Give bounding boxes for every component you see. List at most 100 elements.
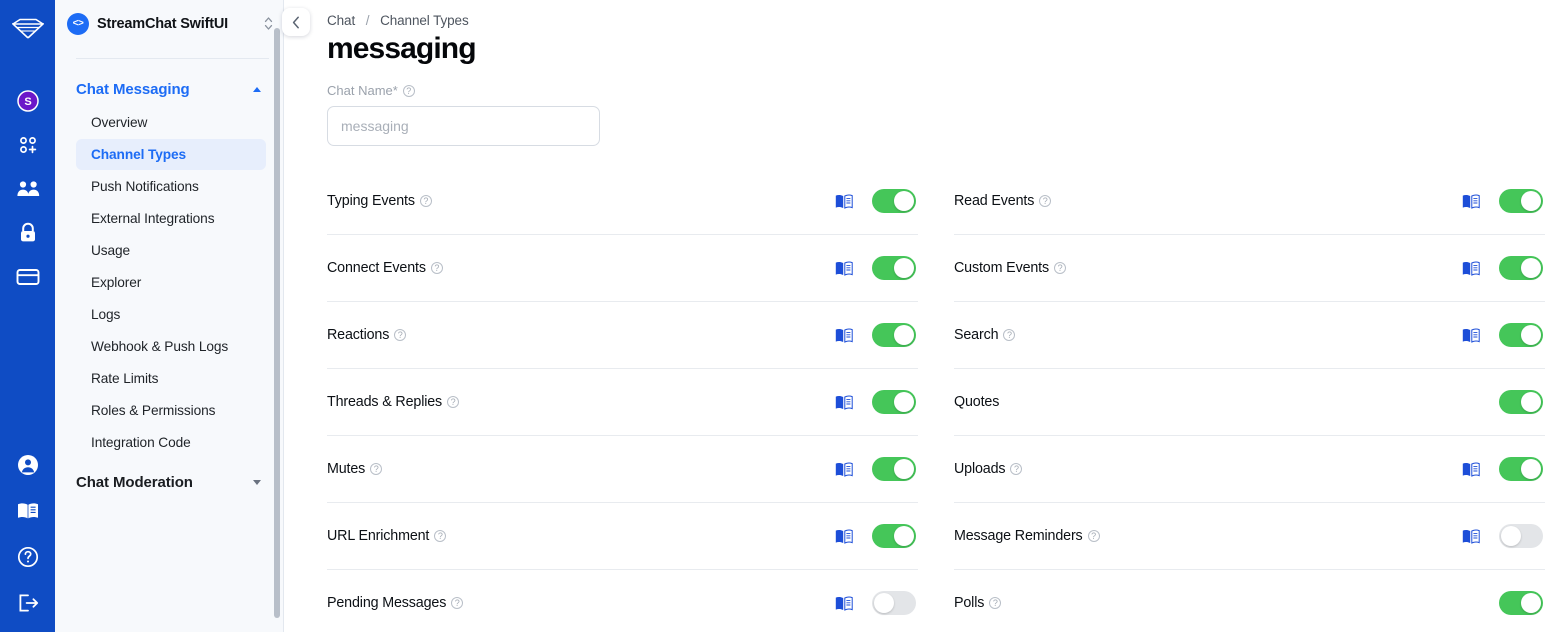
setting-label-text: Typing Events bbox=[327, 193, 415, 209]
app-name-label: StreamChat SwiftUI bbox=[97, 16, 228, 32]
setting-row-threads-replies: Threads & Replies ? bbox=[327, 369, 918, 436]
help-circle-icon[interactable]: ? bbox=[451, 597, 463, 609]
setting-toggle[interactable] bbox=[1499, 390, 1543, 414]
setting-row-uploads: Uploads ? bbox=[954, 436, 1545, 503]
sidebar-group-chat-moderation[interactable]: Chat Moderation bbox=[55, 466, 283, 499]
breadcrumb-current[interactable]: Channel Types bbox=[380, 13, 469, 28]
setting-label: Quotes bbox=[954, 394, 999, 410]
docs-book-icon[interactable] bbox=[834, 258, 854, 278]
docs-book-icon[interactable] bbox=[834, 392, 854, 412]
setting-label: Uploads ? bbox=[954, 461, 1022, 477]
logout-icon[interactable] bbox=[11, 586, 45, 620]
sidebar-item-roles-permissions[interactable]: Roles & Permissions bbox=[76, 395, 266, 426]
stream-paper-boat-logo[interactable] bbox=[8, 10, 48, 46]
docs-book-icon[interactable] bbox=[834, 459, 854, 479]
sidebar-item-explorer[interactable]: Explorer bbox=[76, 267, 266, 298]
docs-book-icon-placeholder bbox=[1461, 392, 1481, 412]
help-circle-icon[interactable]: ? bbox=[989, 597, 1001, 609]
sidebar-item-webhook-push-logs[interactable]: Webhook & Push Logs bbox=[76, 331, 266, 362]
help-circle-icon[interactable]: ? bbox=[420, 195, 432, 207]
setting-label-text: Reactions bbox=[327, 327, 389, 343]
chat-name-input[interactable] bbox=[327, 106, 600, 146]
docs-book-icon[interactable] bbox=[1461, 459, 1481, 479]
sidebar-collapse-button[interactable] bbox=[282, 8, 310, 36]
sidebar-group-label: Chat Moderation bbox=[76, 474, 193, 491]
docs-book-icon[interactable] bbox=[1461, 526, 1481, 546]
docs-book-icon[interactable] bbox=[834, 526, 854, 546]
breadcrumb-root[interactable]: Chat bbox=[327, 13, 355, 28]
setting-label-text: Message Reminders bbox=[954, 528, 1083, 544]
setting-toggle[interactable] bbox=[872, 524, 916, 548]
setting-label-text: Threads & Replies bbox=[327, 394, 442, 410]
primary-icon-rail: S bbox=[0, 0, 55, 632]
setting-row-typing-events: Typing Events ? bbox=[327, 168, 918, 235]
docs-book-icon[interactable] bbox=[1461, 325, 1481, 345]
apps-add-icon[interactable] bbox=[11, 128, 45, 162]
setting-label: Mutes ? bbox=[327, 461, 382, 477]
setting-toggle[interactable] bbox=[1499, 323, 1543, 347]
setting-row-custom-events: Custom Events ? bbox=[954, 235, 1545, 302]
caret-down-icon bbox=[253, 480, 261, 485]
docs-book-icon[interactable] bbox=[834, 191, 854, 211]
org-badge-icon[interactable]: S bbox=[11, 84, 45, 118]
caret-up-icon bbox=[253, 87, 261, 92]
help-circle-icon[interactable]: ? bbox=[370, 463, 382, 475]
setting-toggle[interactable] bbox=[1499, 591, 1543, 615]
setting-toggle[interactable] bbox=[872, 189, 916, 213]
help-circle-icon[interactable]: ? bbox=[434, 530, 446, 542]
sidebar-item-rate-limits[interactable]: Rate Limits bbox=[76, 363, 266, 394]
setting-label: URL Enrichment ? bbox=[327, 528, 446, 544]
setting-label-text: Quotes bbox=[954, 394, 999, 410]
up-down-chevron-icon[interactable] bbox=[264, 16, 273, 31]
sidebar-item-external-integrations[interactable]: External Integrations bbox=[76, 203, 266, 234]
help-circle-icon[interactable]: ? bbox=[1010, 463, 1022, 475]
help-circle-icon[interactable]: ? bbox=[447, 396, 459, 408]
setting-toggle[interactable] bbox=[872, 323, 916, 347]
chat-name-label: Chat Name* ? bbox=[327, 83, 1545, 98]
setting-toggle[interactable] bbox=[1499, 457, 1543, 481]
setting-toggle[interactable] bbox=[872, 390, 916, 414]
sidebar-item-integration-code[interactable]: Integration Code bbox=[76, 427, 266, 458]
docs-book-icon[interactable] bbox=[1461, 191, 1481, 211]
help-circle-icon[interactable]: ? bbox=[431, 262, 443, 274]
setting-label: Typing Events ? bbox=[327, 193, 432, 209]
help-circle-icon[interactable]: ? bbox=[1039, 195, 1051, 207]
setting-toggle[interactable] bbox=[872, 591, 916, 615]
sidebar-item-push-notifications[interactable]: Push Notifications bbox=[76, 171, 266, 202]
help-circle-icon[interactable]: ? bbox=[1054, 262, 1066, 274]
sidebar-group-chat-messaging[interactable]: Chat Messaging bbox=[55, 73, 283, 106]
lock-icon[interactable] bbox=[11, 216, 45, 250]
sidebar-item-channel-types[interactable]: Channel Types bbox=[76, 139, 266, 170]
setting-row-url-enrichment: URL Enrichment ? bbox=[327, 503, 918, 570]
help-circle-icon[interactable]: ? bbox=[1088, 530, 1100, 542]
setting-toggle[interactable] bbox=[1499, 256, 1543, 280]
help-circle-icon[interactable]: ? bbox=[394, 329, 406, 341]
docs-book-icon[interactable] bbox=[1461, 258, 1481, 278]
setting-toggle[interactable] bbox=[1499, 189, 1543, 213]
sidebar-item-usage[interactable]: Usage bbox=[76, 235, 266, 266]
setting-row-polls: Polls ? bbox=[954, 570, 1545, 632]
docs-book-icon[interactable] bbox=[834, 593, 854, 613]
app-code-badge-icon: <> bbox=[67, 13, 89, 35]
account-icon[interactable] bbox=[11, 448, 45, 482]
secondary-sidebar: <> StreamChat SwiftUI Chat Messaging Ove… bbox=[55, 0, 284, 632]
setting-label: Pending Messages ? bbox=[327, 595, 463, 611]
docs-book-icon[interactable] bbox=[11, 494, 45, 528]
setting-label: Connect Events ? bbox=[327, 260, 443, 276]
setting-toggle[interactable] bbox=[872, 256, 916, 280]
setting-label-text: Uploads bbox=[954, 461, 1005, 477]
sidebar-item-logs[interactable]: Logs bbox=[76, 299, 266, 330]
help-circle-icon[interactable]: ? bbox=[1003, 329, 1015, 341]
setting-toggle[interactable] bbox=[872, 457, 916, 481]
setting-toggle[interactable] bbox=[1499, 524, 1543, 548]
docs-book-icon-placeholder bbox=[1461, 593, 1481, 613]
team-members-icon[interactable] bbox=[11, 172, 45, 206]
app-switcher[interactable]: <> StreamChat SwiftUI bbox=[55, 0, 283, 48]
docs-book-icon[interactable] bbox=[834, 325, 854, 345]
help-circle-icon[interactable] bbox=[11, 540, 45, 574]
sidebar-scrollbar[interactable] bbox=[274, 28, 280, 618]
sidebar-item-overview[interactable]: Overview bbox=[76, 107, 266, 138]
breadcrumb: Chat / Channel Types bbox=[327, 13, 1545, 28]
billing-card-icon[interactable] bbox=[11, 260, 45, 294]
help-circle-icon[interactable]: ? bbox=[403, 85, 415, 97]
